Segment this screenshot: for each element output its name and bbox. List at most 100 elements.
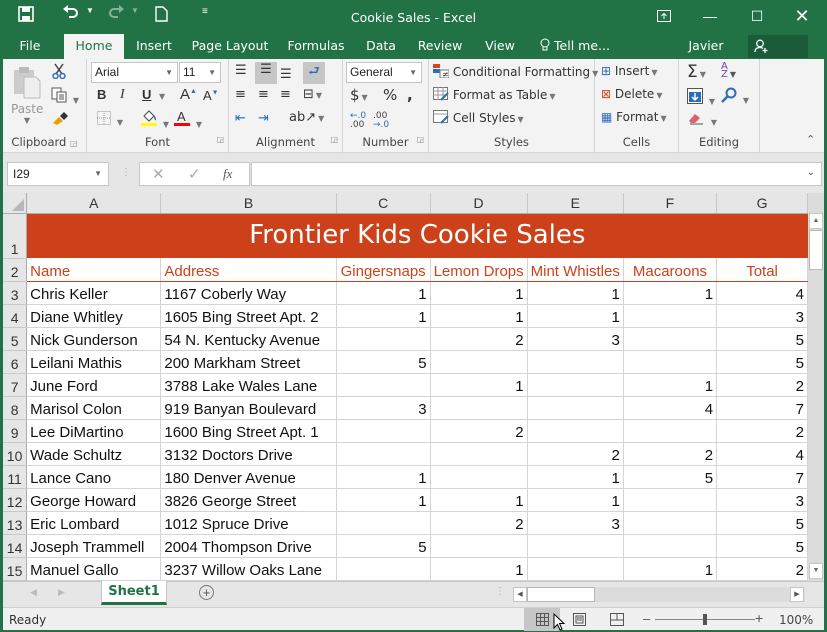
row-header[interactable]: 5	[3, 327, 28, 351]
cell[interactable]	[623, 511, 718, 535]
align-right-icon[interactable]: ≡	[280, 87, 291, 102]
format-as-table-button[interactable]: Format as Table ▼	[433, 87, 556, 102]
header-cell-mint-whistles[interactable]: Mint Whistles	[527, 258, 624, 282]
tab-data[interactable]: Data	[362, 34, 400, 59]
cell[interactable]: June Ford	[26, 373, 162, 397]
cell-styles-button[interactable]: Cell Styles ▼	[433, 110, 524, 125]
cell[interactable]: Eric Lombard	[26, 511, 162, 535]
cell[interactable]: Diane Whitley	[26, 304, 162, 328]
cell[interactable]: 1	[336, 488, 431, 512]
cell[interactable]: 2004 Thompson Drive	[160, 534, 337, 558]
cell[interactable]: 3	[527, 327, 624, 351]
tab-splitter[interactable]: ⋮	[495, 586, 505, 597]
cell[interactable]	[430, 534, 528, 558]
cell[interactable]: 2	[716, 373, 808, 397]
zoom-slider[interactable]	[655, 614, 755, 625]
conditional-formatting-button[interactable]: ≠ Conditional Formatting ▼	[433, 64, 598, 79]
fill-color-dropdown-icon[interactable]: ▼	[163, 120, 169, 129]
clear-icon[interactable]: ▼	[687, 111, 717, 128]
name-box[interactable]: I29 ▼	[7, 162, 109, 186]
cell[interactable]: Chris Keller	[26, 281, 162, 305]
cell[interactable]: 919 Banyan Boulevard	[160, 396, 337, 420]
tab-formulas[interactable]: Formulas	[285, 34, 347, 59]
currency-button[interactable]: $ ▼	[350, 86, 368, 104]
fill-dropdown-icon[interactable]: ▼	[709, 97, 715, 106]
cell[interactable]	[430, 396, 528, 420]
formula-input[interactable]: ⌄	[251, 162, 822, 186]
cell[interactable]: 3788 Lake Wales Lane	[160, 373, 337, 397]
cell[interactable]: 3	[336, 396, 431, 420]
cell[interactable]: 3	[716, 304, 808, 328]
cell[interactable]	[527, 373, 624, 397]
cell[interactable]	[336, 327, 431, 351]
cell[interactable]	[527, 419, 624, 443]
column-header-e[interactable]: E	[527, 193, 624, 214]
cell[interactable]: 3237 Willow Oaks Lane	[160, 557, 337, 581]
cell[interactable]: George Howard	[26, 488, 162, 512]
align-top-icon[interactable]: ☰	[235, 63, 247, 78]
ribbon-display-options-icon[interactable]	[644, 4, 684, 28]
cell[interactable]: 4	[623, 396, 718, 420]
horizontal-scroll-thumb[interactable]	[527, 587, 595, 602]
paste-button[interactable]: Paste ▼	[11, 65, 43, 125]
new-sheet-icon[interactable]: +	[199, 585, 214, 600]
row-header[interactable]: 11	[3, 465, 28, 489]
cell[interactable]: 5	[716, 327, 808, 351]
row-header[interactable]: 7	[3, 373, 28, 397]
share-button[interactable]: Share	[748, 35, 808, 77]
align-left-icon[interactable]: ≡	[235, 87, 246, 102]
font-color-icon[interactable]: A ▼	[174, 109, 202, 130]
cell[interactable]: 1	[430, 488, 528, 512]
number-launcher-icon[interactable]: ◲	[416, 135, 424, 144]
row-header[interactable]: 3	[3, 281, 28, 305]
cell[interactable]: 1	[527, 488, 624, 512]
cell[interactable]: 1600 Bing Street Apt. 1	[160, 419, 337, 443]
vertical-scrollbar[interactable]: ▲ ▼	[808, 193, 824, 581]
align-center-icon[interactable]: ≡	[258, 87, 269, 102]
formula-bar-splitter[interactable]: ⋮	[121, 167, 131, 178]
cell[interactable]	[430, 465, 528, 489]
orientation-icon[interactable]: ab↗ ▼	[289, 110, 324, 125]
column-header-g[interactable]: G	[716, 193, 808, 214]
cell[interactable]: 2	[716, 557, 808, 581]
scroll-right-button[interactable]: ▶	[790, 587, 804, 602]
cell[interactable]: 1	[336, 304, 431, 328]
cell[interactable]: 5	[716, 511, 808, 535]
cell[interactable]: 1	[527, 304, 624, 328]
cell[interactable]	[527, 350, 624, 374]
scroll-left-button[interactable]: ◀	[513, 587, 527, 602]
decrease-indent-icon[interactable]: ⇤	[235, 111, 246, 126]
tab-page-layout[interactable]: Page Layout	[190, 34, 270, 59]
scroll-down-button[interactable]: ▼	[809, 563, 823, 579]
italic-button[interactable]: I	[120, 87, 125, 103]
cell[interactable]: 1167 Coberly Way	[160, 281, 337, 305]
number-format-select[interactable]: General ▼	[346, 62, 422, 83]
zoom-out-button[interactable]: –	[643, 611, 650, 626]
cell[interactable]: 1	[527, 281, 624, 305]
cell[interactable]: 2	[527, 442, 624, 466]
cell[interactable]: 2	[430, 419, 528, 443]
fill-icon[interactable]: ▼	[687, 88, 715, 107]
cell[interactable]	[623, 534, 718, 558]
underline-button[interactable]: U	[142, 87, 151, 102]
header-cell-total[interactable]: Total	[716, 258, 808, 282]
cell[interactable]	[527, 396, 624, 420]
insert-function-icon[interactable]: fx	[223, 166, 232, 182]
column-header-d[interactable]: D	[430, 193, 528, 214]
cell[interactable]	[430, 350, 528, 374]
maximize-button[interactable]: ☐	[737, 4, 777, 28]
horizontal-scrollbar[interactable]: ◀ ▶	[513, 587, 805, 602]
next-sheet-icon[interactable]: ▶	[58, 587, 65, 598]
tab-view[interactable]: View	[480, 34, 520, 59]
cell[interactable]: 1605 Bing Street Apt. 2	[160, 304, 337, 328]
cell[interactable]	[336, 557, 431, 581]
cell[interactable]: Joseph Trammell	[26, 534, 162, 558]
zoom-slider-thumb[interactable]	[703, 614, 707, 625]
cut-icon[interactable]	[51, 63, 67, 82]
alignment-launcher-icon[interactable]: ◲	[330, 135, 338, 144]
cell[interactable]	[336, 511, 431, 535]
cell[interactable]: 1012 Spruce Drive	[160, 511, 337, 535]
borders-icon[interactable]: ▼	[97, 111, 123, 128]
cell[interactable]: Nick Gunderson	[26, 327, 162, 351]
copy-icon[interactable]: ▼	[51, 87, 79, 106]
